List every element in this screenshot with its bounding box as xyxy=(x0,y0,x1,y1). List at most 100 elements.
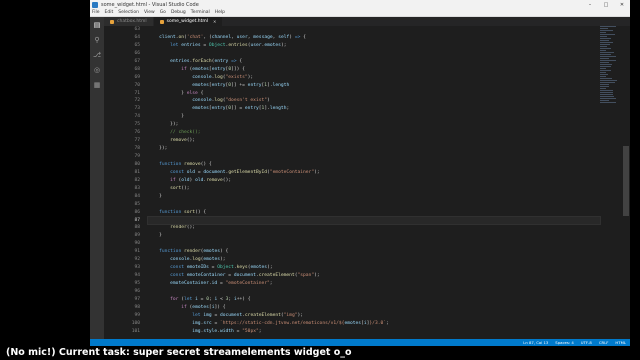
line-number: 90 xyxy=(104,240,142,248)
code-line[interactable]: emoteContainer.id = "emoteContainer"; xyxy=(148,280,600,288)
line-number: 64 xyxy=(104,34,142,42)
code-line[interactable]: emotes[entry[0]] += entry[1].length xyxy=(148,82,600,90)
tab-chatbox[interactable]: chatbox.html xyxy=(104,17,154,26)
line-number: 79 xyxy=(104,153,142,161)
code-line[interactable]: const emoteIDs = Object.keys(emotes); xyxy=(148,264,600,272)
code-line[interactable] xyxy=(148,50,600,58)
minimap-line xyxy=(600,34,615,35)
minimap-line xyxy=(600,78,612,79)
code-line[interactable]: function render(emotes) { xyxy=(148,248,600,256)
end-of-line[interactable]: CRLF xyxy=(599,340,609,345)
minimap-line xyxy=(600,72,606,73)
code-line[interactable]: } xyxy=(148,193,600,201)
code-line[interactable]: if (old) old.remove(); xyxy=(148,177,600,185)
minimap-line xyxy=(600,58,609,59)
line-number: 99 xyxy=(104,312,142,320)
line-number: 67 xyxy=(104,58,142,66)
code-line[interactable]: for (let i = 0; i < 3; i++) { xyxy=(148,296,600,304)
line-number: 72 xyxy=(104,97,142,105)
code-line[interactable]: entries.forEach(entry => { xyxy=(148,58,600,66)
minimap-line xyxy=(600,30,613,31)
language-mode[interactable]: HTML xyxy=(615,340,626,345)
line-number: 83 xyxy=(104,185,142,193)
code-line[interactable]: remove(); xyxy=(148,137,600,145)
menu-help[interactable]: Help xyxy=(215,10,225,15)
vscode-icon xyxy=(92,2,98,8)
code-line[interactable] xyxy=(148,201,600,209)
stream-caption: (No mic!) Current task: super secret str… xyxy=(0,346,640,360)
menu-view[interactable]: View xyxy=(144,10,155,15)
tab-label: some_widget.html xyxy=(167,19,208,24)
code-line[interactable]: render(); xyxy=(148,224,600,232)
code-line[interactable]: }); xyxy=(148,145,600,153)
code-line[interactable]: client.on('chat', (channel, user, messag… xyxy=(148,34,600,42)
code-line[interactable]: if (emotes[entry[0]]) { xyxy=(148,66,600,74)
code-line[interactable] xyxy=(148,288,600,296)
source-control-icon[interactable]: ⎇ xyxy=(93,51,101,59)
minimap-line xyxy=(600,88,606,89)
code-line[interactable]: // check(); xyxy=(148,129,600,137)
minimap-line xyxy=(600,26,616,27)
minimap-line xyxy=(600,80,617,81)
code-line[interactable]: console.log(emotes); xyxy=(148,256,600,264)
code-line[interactable] xyxy=(148,217,600,225)
code-line[interactable]: const old = document.getElementById("emo… xyxy=(148,169,600,177)
code-line[interactable]: img.src = `https://static-cdn.jtvnw.net/… xyxy=(148,320,600,328)
encoding[interactable]: UTF-8 xyxy=(581,340,592,345)
code-line[interactable] xyxy=(148,153,600,161)
menu-file[interactable]: File xyxy=(92,10,100,15)
code-line[interactable]: img.style.width = "50px"; xyxy=(148,328,600,336)
menu-edit[interactable]: Edit xyxy=(105,10,114,15)
minimap-line xyxy=(600,102,616,103)
line-number: 63 xyxy=(104,26,142,34)
line-number: 97 xyxy=(104,296,142,304)
code-line[interactable]: function sort() { xyxy=(148,209,600,217)
indentation[interactable]: Spaces: 4 xyxy=(555,340,573,345)
line-number: 66 xyxy=(104,50,142,58)
vertical-scrollbar[interactable] xyxy=(622,26,630,339)
line-number: 78 xyxy=(104,145,142,153)
cursor-position[interactable]: Ln 87, Col 13 xyxy=(523,340,548,345)
minimap[interactable] xyxy=(600,26,620,339)
line-number: 93 xyxy=(104,264,142,272)
menu-terminal[interactable]: Terminal xyxy=(191,10,210,15)
minimize-icon[interactable]: – xyxy=(582,2,598,8)
code-line[interactable]: } xyxy=(148,113,600,121)
close-icon[interactable]: ✕ xyxy=(614,2,630,8)
debug-icon[interactable]: ◎ xyxy=(93,66,101,74)
code-line[interactable]: let img = document.createElement("img"); xyxy=(148,312,600,320)
tab-some-widget[interactable]: some_widget.html ✕ xyxy=(154,17,224,26)
scrollbar-thumb[interactable] xyxy=(623,146,629,216)
explorer-icon[interactable]: ▤ xyxy=(93,21,101,29)
code-line[interactable]: if (emotes[i]) { xyxy=(148,304,600,312)
menu-go[interactable]: Go xyxy=(160,10,166,15)
code-line[interactable]: let entries = Object.entries(user.emotes… xyxy=(148,42,600,50)
code-line[interactable]: emotes[entry[0]] = entry[1].length; xyxy=(148,105,600,113)
code-line[interactable] xyxy=(148,26,600,34)
code-text[interactable]: client.on('chat', (channel, user, messag… xyxy=(148,26,600,336)
minimap-line xyxy=(600,84,609,85)
close-tab-icon[interactable]: ✕ xyxy=(213,19,216,24)
code-line[interactable] xyxy=(148,240,600,248)
code-line[interactable]: } else { xyxy=(148,90,600,98)
code-line[interactable]: console.log("doesn't exist") xyxy=(148,97,600,105)
code-editor[interactable]: 63 64 65 66 67 68 69 70 71 72 73 74 75 76 77 78 79 80 81 82… xyxy=(104,26,630,339)
code-line[interactable]: }); xyxy=(148,121,600,129)
code-line[interactable]: } xyxy=(148,232,600,240)
code-line[interactable]: console.log("exists"); xyxy=(148,74,600,82)
search-icon[interactable]: ⚲ xyxy=(93,36,101,44)
minimap-line xyxy=(600,54,611,55)
code-line[interactable]: function remove() { xyxy=(148,161,600,169)
code-line[interactable]: const emoteContainer = document.createEl… xyxy=(148,272,600,280)
extensions-icon[interactable]: ▦ xyxy=(93,81,101,89)
menu-selection[interactable]: Selection xyxy=(118,10,139,15)
line-number: 85 xyxy=(104,201,142,209)
menu-debug[interactable]: Debug xyxy=(171,10,186,15)
code-line[interactable]: sort(); xyxy=(148,185,600,193)
window-title: some_widget.html - Visual Studio Code xyxy=(101,2,582,8)
maximize-icon[interactable]: □ xyxy=(598,2,614,8)
minimap-line xyxy=(600,74,608,75)
minimap-line xyxy=(600,98,616,99)
minimap-line xyxy=(600,90,613,91)
minimap-line xyxy=(600,46,607,47)
